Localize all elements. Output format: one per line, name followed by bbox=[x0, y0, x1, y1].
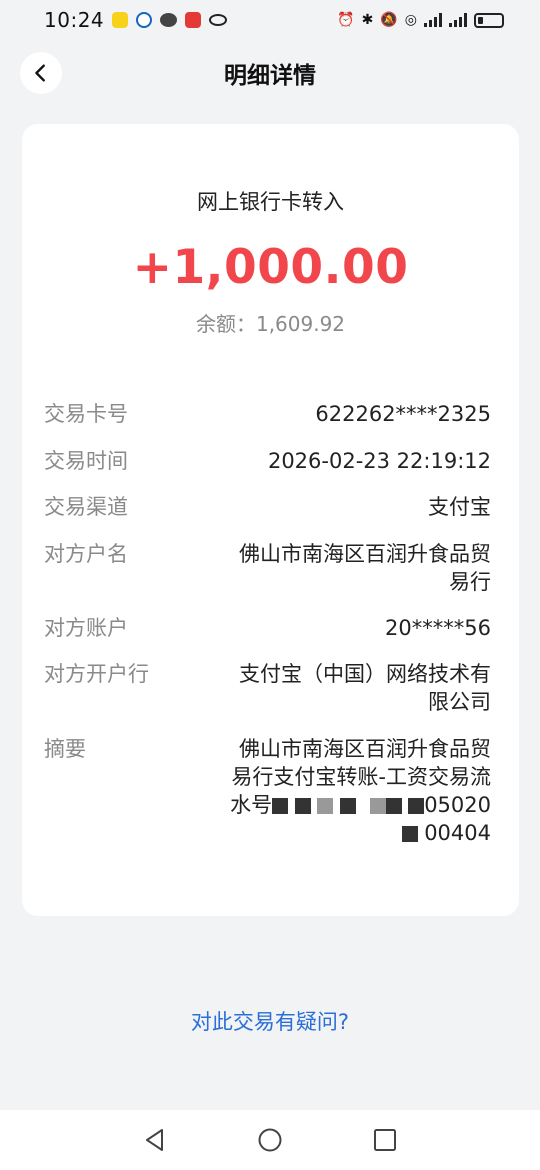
status-time: 10:24 bbox=[44, 8, 105, 32]
status-bar: 10:24 ⏰ ✱ 🔕 ◎ bbox=[0, 0, 540, 40]
circle-home-icon bbox=[258, 1128, 282, 1152]
notification-app-icon bbox=[112, 12, 129, 28]
detail-label: 交易卡号 bbox=[44, 402, 128, 426]
redaction-block bbox=[294, 798, 311, 814]
page-title: 明细详情 bbox=[224, 63, 316, 89]
detail-value: 支付宝（中国）网络技术有限公司 bbox=[239, 662, 491, 714]
chevron-left-icon bbox=[35, 64, 45, 82]
detail-value: 佛山市南海区百润升食品贸易行支付宝转账-工资交易流水号 05020 00404 bbox=[229, 735, 491, 847]
notification-app-icon bbox=[185, 12, 202, 28]
system-nav-bar bbox=[0, 1110, 540, 1170]
header: 明细详情 bbox=[0, 44, 540, 102]
detail-value: 佛山市南海区百润升食品贸易行 bbox=[239, 542, 491, 594]
detail-label: 对方户名 bbox=[44, 542, 128, 566]
square-recents-icon bbox=[374, 1129, 396, 1151]
transaction-card: 网上银行卡转入 +1,000.00 余额：1,609.92 交易卡号 62226… bbox=[22, 124, 519, 916]
balance: 余额：1,609.92 bbox=[195, 312, 346, 336]
redaction-block bbox=[408, 798, 425, 814]
back-button[interactable] bbox=[20, 52, 62, 94]
signal-icon bbox=[424, 13, 442, 27]
nav-home-button[interactable] bbox=[256, 1126, 284, 1154]
signal-icon bbox=[449, 13, 467, 27]
nav-back-button[interactable] bbox=[141, 1126, 169, 1154]
detail-label: 交易时间 bbox=[44, 449, 128, 473]
hotspot-icon: ◎ bbox=[404, 12, 417, 28]
detail-value: 622262****2325 bbox=[315, 402, 491, 426]
eye-icon bbox=[209, 14, 228, 26]
detail-label: 对方账户 bbox=[44, 616, 128, 640]
mute-icon: 🔕 bbox=[380, 12, 398, 28]
transaction-question-link[interactable]: 对此交易有疑问? bbox=[0, 1006, 540, 1036]
status-right: ⏰ ✱ 🔕 ◎ bbox=[337, 12, 504, 28]
redaction-block bbox=[385, 798, 402, 814]
redaction-block bbox=[401, 826, 418, 842]
redaction-block bbox=[340, 798, 357, 814]
detail-value: 2026-02-23 22:19:12 bbox=[267, 449, 491, 473]
nav-recents-button[interactable] bbox=[371, 1126, 399, 1154]
triangle-back-icon bbox=[146, 1129, 163, 1151]
transaction-amount: +1,000.00 bbox=[132, 240, 409, 295]
transaction-type: 网上银行卡转入 bbox=[197, 190, 344, 214]
status-left: 10:24 bbox=[44, 8, 228, 32]
redaction-block bbox=[369, 798, 386, 814]
notification-app-icon bbox=[136, 12, 153, 28]
summary-text: 00404 bbox=[424, 821, 491, 845]
detail-label: 对方开户行 bbox=[44, 662, 149, 686]
bluetooth-icon: ✱ bbox=[361, 12, 374, 28]
detail-value: 支付宝 bbox=[428, 495, 491, 519]
detail-label: 交易渠道 bbox=[44, 495, 128, 519]
redaction-block bbox=[272, 798, 289, 814]
wechat-icon bbox=[160, 13, 178, 27]
redaction-block bbox=[317, 798, 334, 814]
alarm-icon: ⏰ bbox=[337, 12, 355, 28]
battery-icon bbox=[474, 12, 504, 28]
detail-label: 摘要 bbox=[44, 737, 86, 761]
summary-text: 05020 bbox=[424, 793, 491, 817]
detail-value: 20*****56 bbox=[385, 616, 491, 640]
